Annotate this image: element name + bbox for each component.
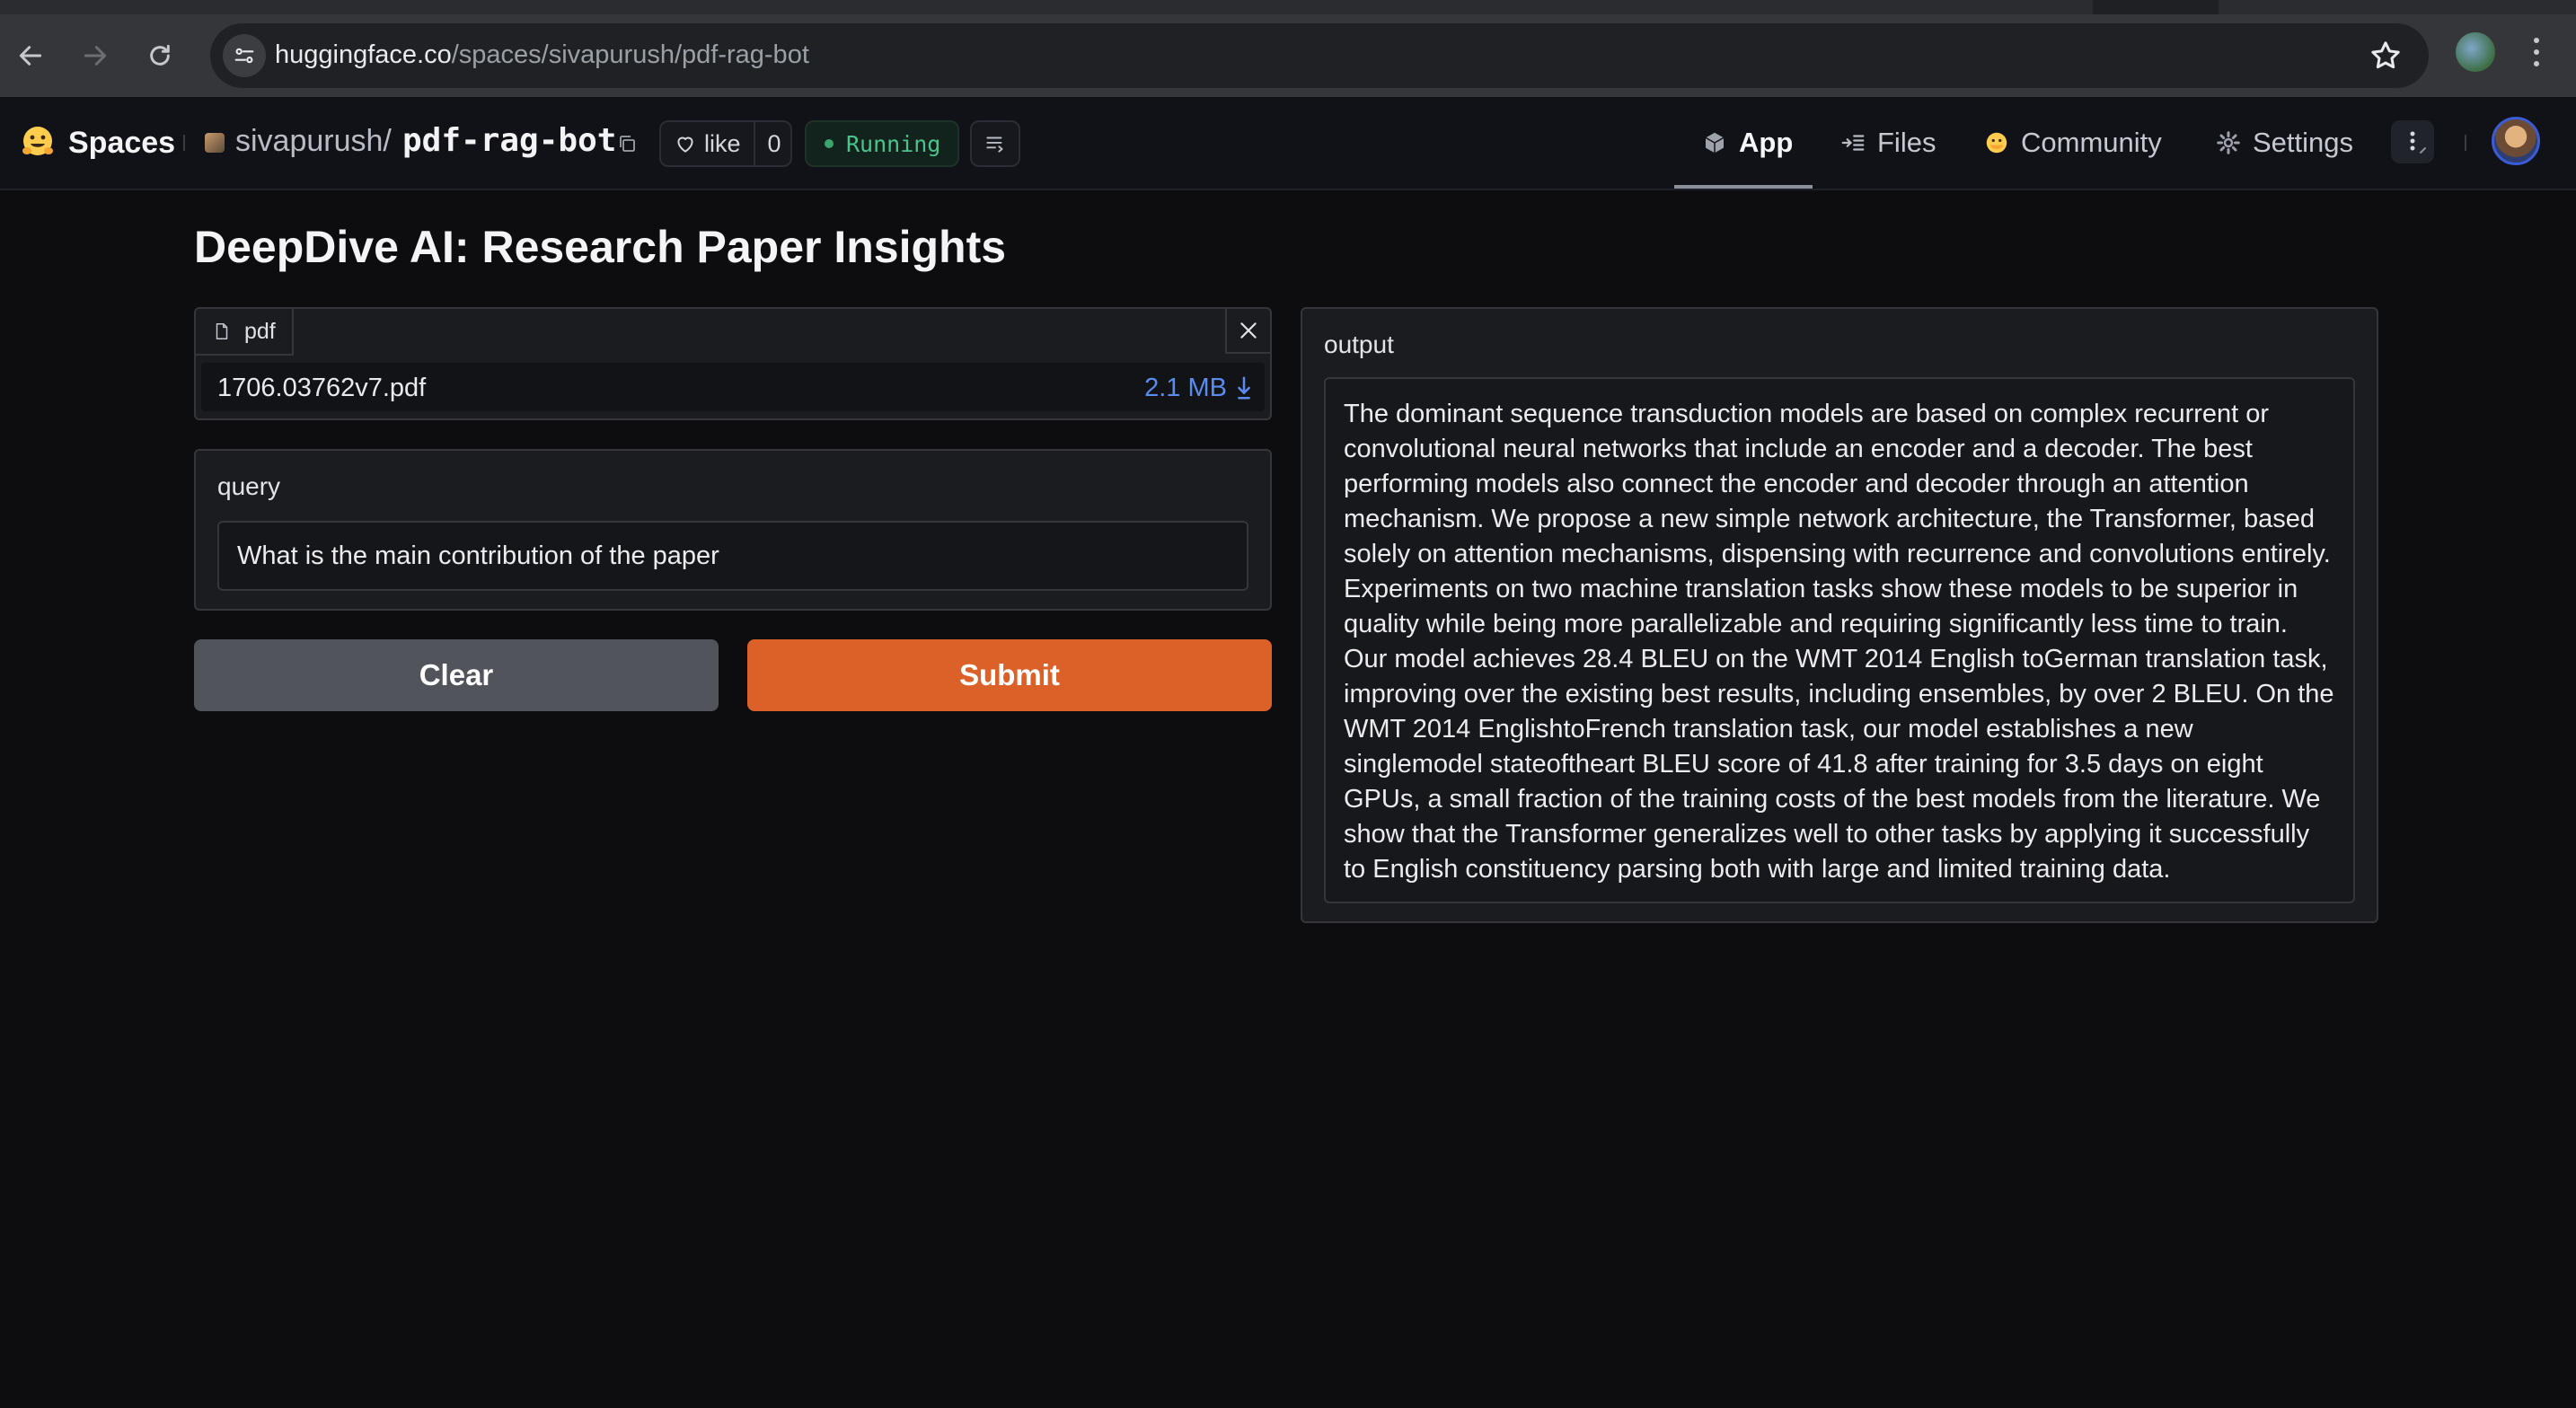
- spaces-header: Spaces sivapurush/ pdf-rag-bot like 0 Ru…: [0, 97, 2576, 190]
- more-options-button[interactable]: [2391, 120, 2434, 163]
- file-icon: [216, 323, 228, 339]
- site-settings-icon[interactable]: [223, 34, 266, 77]
- owner-name[interactable]: sivapurush: [235, 124, 383, 158]
- back-icon[interactable]: [14, 40, 47, 72]
- file-size-link[interactable]: 2.1 MB: [1144, 374, 1227, 403]
- divider: [753, 122, 755, 165]
- file-name: 1706.03762v7.pdf: [217, 374, 427, 402]
- download-icon[interactable]: [1236, 375, 1252, 400]
- like-button[interactable]: like 0: [659, 120, 792, 167]
- heart-icon: [677, 136, 693, 153]
- spaces-brand[interactable]: Spaces: [68, 126, 175, 161]
- browser-toolbar: huggingface.co/spaces/sivapurush/pdf-rag…: [0, 14, 2576, 97]
- clear-button[interactable]: Clear: [194, 639, 719, 711]
- path-separator: /: [383, 124, 392, 158]
- reload-icon[interactable]: [144, 40, 176, 72]
- query-label: query: [217, 472, 281, 500]
- gear-icon: [2217, 131, 2240, 154]
- tab-community[interactable]: Community: [1983, 120, 2162, 165]
- output-label: output: [1324, 330, 1394, 358]
- tab-label: Community: [2021, 127, 2162, 158]
- user-avatar[interactable]: [2492, 117, 2540, 165]
- bookmark-star-icon[interactable]: [2368, 38, 2404, 74]
- file-label-text: pdf: [244, 318, 276, 344]
- divider: [183, 135, 185, 151]
- tab-label: Settings: [2253, 127, 2354, 158]
- logs-icon: [986, 136, 1003, 153]
- browser-menu-icon[interactable]: [2527, 34, 2545, 70]
- status-text: Running: [846, 130, 941, 157]
- logs-button[interactable]: [970, 120, 1020, 167]
- status-badge[interactable]: Running: [805, 120, 959, 167]
- url-path: /spaces/sivapurush/pdf-rag-bot: [451, 40, 809, 69]
- copy-icon[interactable]: [616, 133, 638, 154]
- status-dot-icon: [825, 139, 834, 148]
- cube-icon: [1705, 132, 1725, 154]
- tab-app[interactable]: App: [1701, 120, 1793, 165]
- tab-settings[interactable]: Settings: [2215, 120, 2353, 165]
- forward-icon[interactable]: [79, 40, 111, 72]
- like-label: like: [704, 129, 741, 157]
- hugging-face-logo-icon[interactable]: [20, 124, 56, 160]
- url-text[interactable]: huggingface.co/spaces/sivapurush/pdf-rag…: [275, 40, 809, 70]
- query-block: query: [194, 449, 1272, 611]
- community-icon: [1986, 132, 2007, 154]
- browser-tab-strip: [0, 0, 2576, 14]
- close-icon[interactable]: [1225, 309, 1270, 354]
- submit-button[interactable]: Submit: [747, 639, 1272, 711]
- browser-profile-avatar[interactable]: [2456, 32, 2495, 72]
- divider: [2465, 135, 2466, 151]
- tab-label: App: [1739, 127, 1794, 158]
- space-name[interactable]: pdf-rag-bot: [402, 122, 616, 159]
- like-count[interactable]: 0: [768, 130, 781, 158]
- tab-label: Files: [1877, 127, 1936, 158]
- file-label: pdf: [196, 309, 294, 356]
- space-owner[interactable]: sivapurush/: [235, 124, 392, 159]
- active-tab-indicator: [1674, 185, 1813, 189]
- owner-avatar[interactable]: [205, 133, 225, 153]
- file-upload[interactable]: pdf 1706.03762v7.pdf 2.1 MB: [194, 307, 1272, 420]
- more-vertical-icon: [2410, 131, 2426, 154]
- uploaded-file-row: 1706.03762v7.pdf 2.1 MB: [201, 363, 1265, 411]
- app-title: DeepDive AI: Research Paper Insights: [194, 222, 1007, 272]
- browser-tab[interactable]: [2219, 0, 2576, 14]
- query-input[interactable]: [217, 521, 1248, 591]
- address-bar[interactable]: huggingface.co/spaces/sivapurush/pdf-rag…: [210, 23, 2429, 88]
- output-block: output The dominant sequence transductio…: [1301, 307, 2378, 923]
- browser-tab[interactable]: [0, 0, 2093, 14]
- output-textbox[interactable]: The dominant sequence transduction model…: [1324, 377, 2355, 903]
- tab-files[interactable]: Files: [1839, 120, 1936, 165]
- files-icon: [1841, 135, 1865, 151]
- url-host: huggingface.co: [275, 40, 452, 69]
